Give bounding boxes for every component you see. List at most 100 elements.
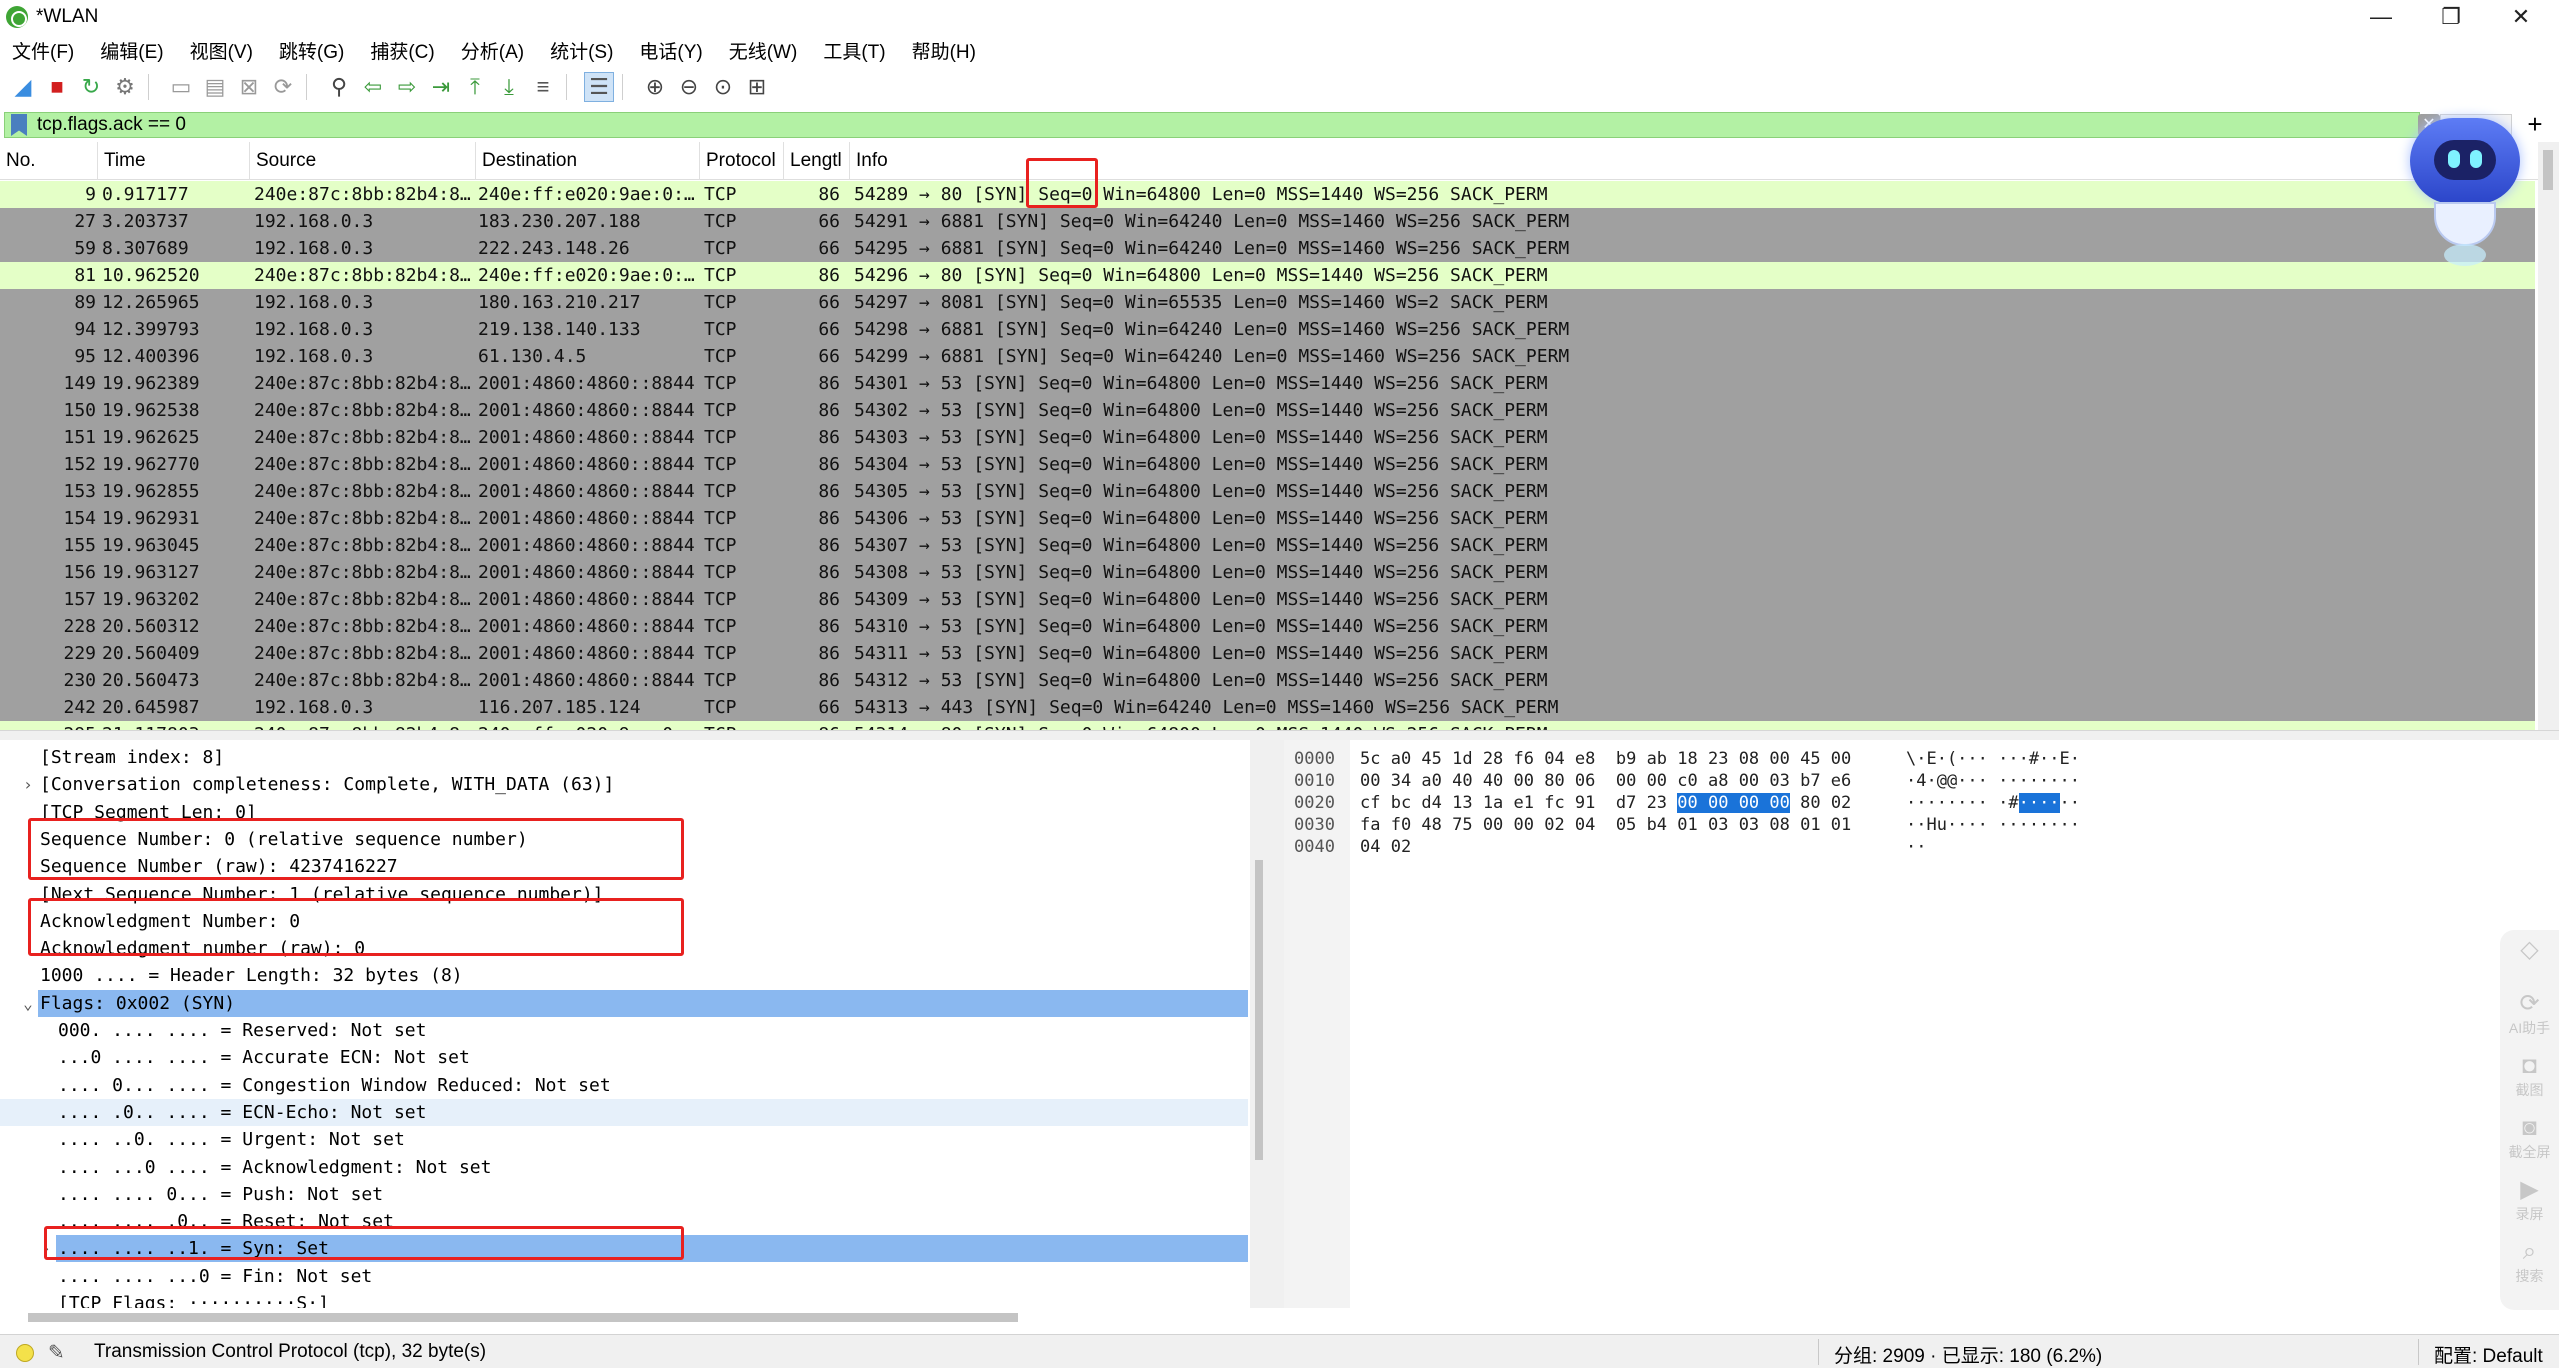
find-packet-icon[interactable]: ⚲ (324, 72, 354, 102)
packet-row[interactable]: 59 8.307689 192.168.0.3 222.243.148.26 TCP 66… (0, 235, 2535, 262)
side-tool-button[interactable]: ⟳ AI助手 (2500, 990, 2559, 1038)
packet-row[interactable]: 27 3.203737 192.168.0.3 183.230.207.188 TCP 6… (0, 208, 2535, 235)
expand-arrow-icon[interactable]: › (20, 771, 36, 798)
packet-row[interactable]: 81 10.962520 240e:87c:8bb:82b4:8… 240e:ff:e… (0, 262, 2535, 289)
resize-columns-icon[interactable]: ⊞ (742, 72, 772, 102)
detail-tree-item[interactable]: ›.... .... ..1. = Syn: Set (41, 1235, 1248, 1263)
restart-capture-icon[interactable]: ↻ (76, 72, 106, 102)
hex-bytes-row[interactable]: cf bc d4 13 1a e1 fc 91 d7 23 00 00 00 0… (1360, 792, 1851, 814)
hex-ascii-row[interactable]: ·4·@@··· ········ (1906, 770, 2080, 792)
packet-row[interactable]: 94 12.399793 192.168.0.3 219.138.140.133 TCP… (0, 316, 2535, 343)
menu-item[interactable]: 编辑(E) (100, 37, 163, 64)
packet-row[interactable]: 228 20.560312 240e:87c:8bb:82b4:8… 2001:486… (0, 613, 2535, 640)
reload-file-icon[interactable]: ⟳ (268, 72, 298, 102)
detail-tree-item[interactable]: .... .... .0.. = Reset: Not set (0, 1208, 1248, 1235)
packet-row[interactable]: 153 19.962855 240e:87c:8bb:82b4:8… 2001:486… (0, 478, 2535, 505)
packet-row[interactable]: 155 19.963045 240e:87c:8bb:82b4:8… 2001:486… (0, 532, 2535, 559)
start-capture-icon[interactable]: ◢ (8, 72, 38, 102)
shield-icon[interactable]: ◇ (2500, 936, 2559, 964)
zoom-out-icon[interactable]: ⊖ (674, 72, 704, 102)
details-scroll-thumb[interactable] (1255, 860, 1263, 1160)
detail-tree-item[interactable]: 000. .... .... = Reserved: Not set (0, 1017, 1248, 1044)
expert-info-led-icon[interactable] (16, 1344, 34, 1362)
autoscroll-icon[interactable]: ≡ (528, 72, 558, 102)
save-file-icon[interactable]: ▤ (200, 72, 230, 102)
detail-tree-item[interactable]: [Next Sequence Number: 1 (relative seque… (0, 881, 1248, 908)
menu-item[interactable]: 跳转(G) (279, 37, 344, 64)
column-header-no[interactable]: No. (0, 142, 98, 180)
menu-item[interactable]: 帮助(H) (912, 37, 976, 64)
menu-item[interactable]: 统计(S) (550, 37, 613, 64)
packet-list-scrollbar[interactable] (2538, 142, 2559, 730)
column-header-info[interactable]: Info (850, 142, 2538, 180)
hex-ascii-row[interactable]: ··Hu···· ········ (1906, 814, 2080, 836)
hex-bytes-row[interactable]: 00 34 a0 40 40 00 80 06 00 00 c0 a8 00 0… (1360, 770, 1851, 792)
go-last-icon[interactable]: ⤓ (494, 72, 524, 102)
detail-tree-item[interactable]: Acknowledgment Number: 0 (0, 908, 1248, 935)
details-horizontal-scroll-thumb[interactable] (28, 1313, 1018, 1322)
detail-tree-item[interactable]: [TCP Flags: ··········S·] (0, 1290, 1248, 1308)
column-header-source[interactable]: Source (250, 142, 476, 180)
hex-bytes-row[interactable]: 5c a0 45 1d 28 f6 04 e8 b9 ab 18 23 08 0… (1360, 748, 1851, 770)
detail-tree-item[interactable]: .... 0... .... = Congestion Window Reduc… (0, 1072, 1248, 1099)
detail-tree-item[interactable]: Sequence Number (raw): 4237416227 (0, 853, 1248, 880)
detail-tree-item[interactable]: › [Conversation completeness: Complete, W… (0, 771, 1248, 798)
colorize-icon[interactable]: ☰ (584, 72, 614, 102)
detail-tree-item[interactable]: .... ..0. .... = Urgent: Not set (0, 1126, 1248, 1153)
capture-comment-icon[interactable]: ✎ (48, 1340, 65, 1365)
packet-row[interactable]: 156 19.963127 240e:87c:8bb:82b4:8… 2001:486… (0, 559, 2535, 586)
menu-item[interactable]: 分析(A) (461, 37, 524, 64)
restore-button[interactable]: ❐ (2416, 0, 2486, 34)
capture-options-icon[interactable]: ⚙ (110, 72, 140, 102)
packet-row[interactable]: 95 12.400396 192.168.0.3 61.130.4.5 TCP 66 542… (0, 343, 2535, 370)
column-header-destination[interactable]: Destination (476, 142, 700, 180)
assistant-robot-icon[interactable] (2400, 118, 2530, 268)
detail-tree-item[interactable]: [Stream index: 8] (0, 744, 1248, 771)
side-tool-button[interactable]: ◙ 截全屏 (2500, 1114, 2559, 1162)
packet-row[interactable]: 242 20.645987 192.168.0.3 116.207.185.124 TC… (0, 694, 2535, 721)
expand-arrow-icon[interactable]: › (38, 1235, 54, 1262)
packet-row[interactable]: 154 19.962931 240e:87c:8bb:82b4:8… 2001:486… (0, 505, 2535, 532)
display-filter-input[interactable] (37, 114, 2337, 136)
packet-row[interactable]: 229 20.560409 240e:87c:8bb:82b4:8… 2001:486… (0, 640, 2535, 667)
column-header-protocol[interactable]: Protocol (700, 142, 784, 180)
go-to-packet-icon[interactable]: ⇥ (426, 72, 456, 102)
detail-tree-item[interactable]: .... .... 0... = Push: Not set (0, 1181, 1248, 1208)
hex-ascii-row[interactable]: ········ ·#······ (1906, 792, 2080, 814)
hex-ascii-row[interactable]: \·E·(··· ···#··E· (1906, 748, 2080, 770)
menu-item[interactable]: 捕获(C) (370, 37, 434, 64)
zoom-in-icon[interactable]: ⊕ (640, 72, 670, 102)
packet-row[interactable]: 157 19.963202 240e:87c:8bb:82b4:8… 2001:486… (0, 586, 2535, 613)
go-back-icon[interactable]: ⇦ (358, 72, 388, 102)
close-file-icon[interactable]: ⊠ (234, 72, 264, 102)
detail-tree-item[interactable]: Acknowledgment number (raw): 0 (0, 935, 1248, 962)
detail-tree-item[interactable]: .... .... ...0 = Fin: Not set (0, 1263, 1248, 1290)
column-header-length[interactable]: Lengtl (784, 142, 850, 180)
go-forward-icon[interactable]: ⇨ (392, 72, 422, 102)
packet-row[interactable]: 9 0.917177 240e:87c:8bb:82b4:8… 240e:ff:e02… (0, 181, 2535, 208)
packet-list-scroll-thumb[interactable] (2543, 150, 2553, 190)
detail-tree-item[interactable]: Sequence Number: 0 (relative sequence nu… (0, 826, 1248, 853)
column-header-time[interactable]: Time (98, 142, 250, 180)
packet-row[interactable]: 295 21.117803 240e:87c:8bb:82b4:8…240e:ff:… (0, 721, 2535, 730)
bookmark-icon[interactable] (11, 114, 27, 136)
pane-splitter-horizontal[interactable] (0, 730, 2559, 740)
minimize-button[interactable]: — (2346, 0, 2416, 34)
side-tool-button[interactable]: ◘ 截图 (2500, 1052, 2559, 1100)
packet-row[interactable]: 152 19.962770 240e:87c:8bb:82b4:8… 2001:486… (0, 451, 2535, 478)
packet-row[interactable]: 89 12.265965 192.168.0.3 180.163.210.217 TCP… (0, 289, 2535, 316)
detail-tree-item[interactable]: [TCP Segment Len: 0] (0, 799, 1248, 826)
menu-item[interactable]: 电话(Y) (639, 37, 702, 64)
side-tool-button[interactable]: ▶ 录屏 (2500, 1176, 2559, 1224)
detail-tree-item[interactable]: .... ...0 .... = Acknowledgment: Not set (0, 1154, 1248, 1181)
hex-ascii-row[interactable]: ·· (1906, 836, 1926, 858)
zoom-reset-icon[interactable]: ⊙ (708, 72, 738, 102)
packet-row[interactable]: 150 19.962538 240e:87c:8bb:82b4:8… 2001:486… (0, 397, 2535, 424)
detail-tree-item[interactable]: ⌄ Flags: 0x002 (SYN) (23, 989, 1248, 1017)
side-tool-button[interactable]: ⌕ 搜索 (2500, 1238, 2559, 1286)
close-button[interactable]: ✕ (2486, 0, 2556, 34)
go-first-icon[interactable]: ⤒ (460, 72, 490, 102)
open-file-icon[interactable]: ▭ (166, 72, 196, 102)
detail-tree-item[interactable]: ...0 .... .... = Accurate ECN: Not set (0, 1044, 1248, 1071)
packet-row[interactable]: 151 19.962625 240e:87c:8bb:82b4:8… 2001:486… (0, 424, 2535, 451)
